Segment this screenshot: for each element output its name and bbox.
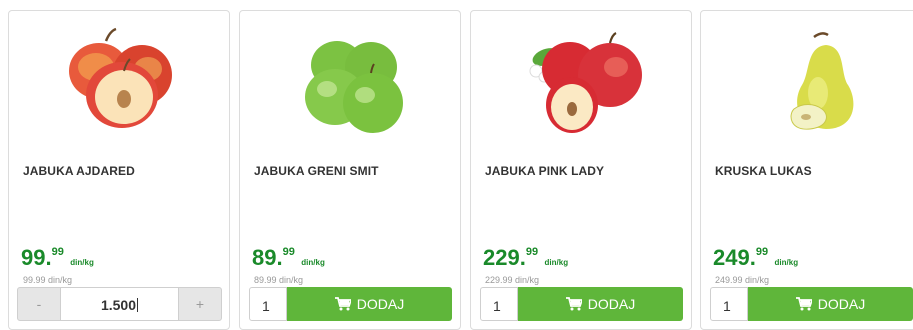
- price-unit: din/kg: [301, 258, 325, 267]
- product-price: 89.99 din/kg: [252, 245, 325, 271]
- price-unit: din/kg: [774, 258, 799, 267]
- price-integer: 89.: [252, 245, 283, 270]
- product-name[interactable]: JABUKA GRENI SMIT: [254, 164, 379, 178]
- product-price: 229.99 din/kg: [483, 245, 568, 271]
- quantity-input[interactable]: 1: [249, 287, 287, 321]
- product-image-pear-lukas[interactable]: [701, 23, 913, 151]
- product-price: 99.99 din/kg: [21, 245, 94, 271]
- add-to-cart-label: DODAJ: [817, 296, 866, 312]
- product-card[interactable]: KRUSKA LUKAS 249.99 din/kg 249.99 din/kg…: [700, 10, 913, 330]
- price-cents: 99: [755, 246, 769, 258]
- product-card[interactable]: JABUKA GRENI SMIT 89.99 din/kg 89.99 din…: [239, 10, 461, 330]
- price-integer: 99.: [21, 245, 52, 270]
- old-price: 249.99 din/kg: [715, 275, 770, 285]
- text-caret: [137, 298, 139, 312]
- product-name[interactable]: JABUKA AJDARED: [23, 164, 135, 178]
- product-name[interactable]: JABUKA PINK LADY: [485, 164, 604, 178]
- increase-button[interactable]: +: [178, 287, 222, 321]
- product-card[interactable]: JABUKA AJDARED 99.99 din/kg 99.99 din/kg…: [8, 10, 230, 330]
- quantity-input[interactable]: 1.500: [61, 287, 178, 321]
- decrease-button[interactable]: -: [17, 287, 61, 321]
- old-price: 99.99 din/kg: [23, 275, 73, 285]
- old-price: 229.99 din/kg: [485, 275, 540, 285]
- price-cents: 99: [282, 246, 295, 258]
- cart-icon: [795, 297, 814, 314]
- price-unit: din/kg: [544, 258, 569, 267]
- add-to-cart-button[interactable]: DODAJ: [748, 287, 913, 321]
- product-image-apple-granny-smith[interactable]: [240, 23, 460, 151]
- product-image-apple-ajdared[interactable]: [9, 23, 229, 151]
- old-price: 89.99 din/kg: [254, 275, 304, 285]
- quantity-input[interactable]: 1: [480, 287, 518, 321]
- product-card[interactable]: JABUKA PINK LADY 229.99 din/kg 229.99 di…: [470, 10, 692, 330]
- add-to-cart-button[interactable]: DODAJ: [287, 287, 452, 321]
- quantity-input[interactable]: 1: [710, 287, 748, 321]
- cart-icon: [334, 297, 353, 314]
- add-to-cart-label: DODAJ: [356, 296, 405, 312]
- product-name[interactable]: KRUSKA LUKAS: [715, 164, 812, 178]
- quantity-value: 1.500: [100, 297, 137, 313]
- product-image-apple-pink-lady[interactable]: [471, 23, 691, 151]
- cart-icon: [565, 297, 584, 314]
- price-integer: 249.: [713, 245, 756, 270]
- quantity-stepper: - 1.500 +: [17, 287, 222, 321]
- price-cents: 99: [525, 246, 539, 258]
- price-unit: din/kg: [70, 258, 94, 267]
- price-integer: 229.: [483, 245, 526, 270]
- add-to-cart-button[interactable]: DODAJ: [518, 287, 683, 321]
- product-price: 249.99 din/kg: [713, 245, 798, 271]
- price-cents: 99: [51, 246, 64, 258]
- add-to-cart-label: DODAJ: [587, 296, 636, 312]
